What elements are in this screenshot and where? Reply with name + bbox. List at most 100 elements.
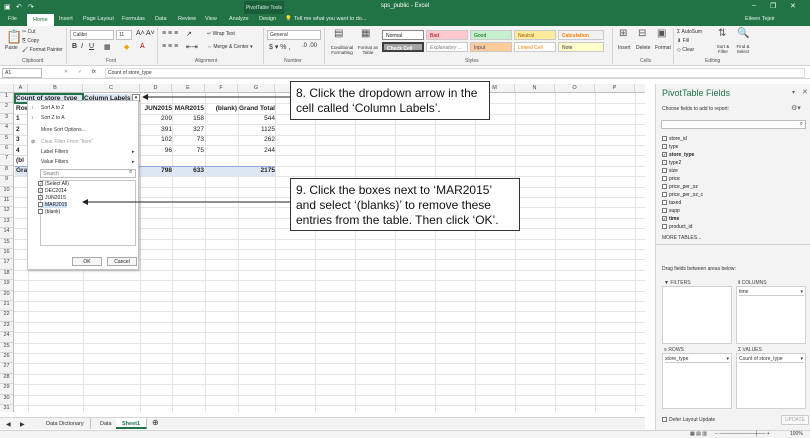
- tab-home[interactable]: Home: [27, 14, 54, 26]
- align-top-icon[interactable]: ≡ ≡ ≡: [162, 30, 178, 37]
- row-header-14[interactable]: 14: [0, 228, 14, 239]
- row-header-29[interactable]: 29: [0, 384, 14, 395]
- row-header-20[interactable]: 20: [0, 290, 14, 301]
- row-header-7[interactable]: 7: [0, 155, 14, 166]
- checkbox-icon[interactable]: [662, 144, 667, 150]
- checkbox-icon[interactable]: [662, 136, 667, 142]
- format-painter-button[interactable]: 🖌 Format Painter: [22, 47, 63, 53]
- row-header-19[interactable]: 19: [0, 280, 14, 291]
- row-header-9[interactable]: 9: [0, 176, 14, 187]
- name-box[interactable]: A1: [2, 68, 42, 78]
- column-header-c[interactable]: C: [83, 84, 140, 93]
- sheet-tab-data[interactable]: Data: [94, 418, 119, 429]
- field-item-price-per-oz-c[interactable]: price_per_oz_c: [662, 192, 703, 198]
- row-header-26[interactable]: 26: [0, 353, 14, 364]
- filter-menu-item[interactable]: Sort A to Z: [41, 105, 64, 111]
- pivot-column-header[interactable]: MAR2015: [173, 105, 204, 112]
- insert-cells-icon[interactable]: ⊞: [619, 28, 627, 39]
- filters-area[interactable]: [662, 286, 732, 344]
- defer-update-checkbox[interactable]: Defer Layout Update: [662, 417, 715, 423]
- format-as-table-button[interactable]: Format as Table: [356, 45, 380, 55]
- pivot-value-cell[interactable]: 391: [141, 126, 172, 133]
- style-check-cell[interactable]: Check Cell: [382, 42, 424, 52]
- sheet-tab-sheet1[interactable]: Sheet1: [116, 418, 148, 429]
- find-select-button[interactable]: Find & Select: [733, 44, 753, 54]
- row-header-2[interactable]: 2: [0, 103, 14, 114]
- row-header-16[interactable]: 16: [0, 249, 14, 260]
- value-field-chip[interactable]: Count of store_type ▾: [739, 356, 804, 363]
- row-header-22[interactable]: 22: [0, 311, 14, 322]
- checkbox-icon[interactable]: [662, 192, 667, 198]
- chip-dropdown-icon[interactable]: ▾: [800, 356, 803, 362]
- checkbox-icon[interactable]: [662, 176, 667, 182]
- checkbox-icon[interactable]: [662, 224, 667, 230]
- row-field-chip[interactable]: store_type ▾: [665, 356, 730, 363]
- style-normal[interactable]: Normal: [382, 30, 424, 40]
- filter-menu-item[interactable]: More Sort Options...: [41, 127, 86, 133]
- style-good[interactable]: Good: [470, 30, 512, 40]
- field-search-input[interactable]: ⌕: [661, 120, 806, 129]
- column-header-b[interactable]: B: [28, 84, 83, 93]
- format-cells-icon[interactable]: ▣: [657, 28, 666, 39]
- conditional-formatting-button[interactable]: Conditional Formatting: [327, 45, 357, 55]
- filter-search-input[interactable]: Search: [40, 169, 136, 178]
- underline-icon[interactable]: U: [89, 43, 94, 50]
- filter-menu-item[interactable]: Value Filters: [41, 159, 68, 165]
- minimize-icon[interactable]: –: [752, 2, 756, 9]
- pane-dropdown-icon[interactable]: ▾: [792, 89, 795, 96]
- row-header-6[interactable]: 6: [0, 145, 14, 156]
- chip-dropdown-icon[interactable]: ▾: [726, 356, 729, 362]
- style-input[interactable]: Input: [470, 42, 512, 52]
- checkbox-icon[interactable]: [38, 202, 43, 208]
- checkbox-icon[interactable]: [662, 200, 667, 206]
- pivot-value-cell[interactable]: 2175: [239, 167, 275, 174]
- pivot-value-cell[interactable]: 262: [239, 136, 275, 143]
- filter-checkbox-item[interactable]: MAR2015: [38, 202, 68, 208]
- paste-button[interactable]: Paste: [5, 45, 18, 51]
- pivot-value-cell[interactable]: 798: [141, 167, 172, 174]
- sort-filter-icon[interactable]: ⇅: [718, 28, 726, 39]
- style-calculation[interactable]: Calculation: [558, 30, 604, 40]
- row-header-3[interactable]: 3: [0, 113, 14, 125]
- pivot-value-cell[interactable]: 633: [173, 167, 204, 174]
- pivot-value-cell[interactable]: 1125: [239, 126, 275, 133]
- row-header-21[interactable]: 21: [0, 301, 14, 312]
- tab-file[interactable]: File: [8, 16, 17, 22]
- sheet-tab-data-dictionary[interactable]: Data Dictionary: [40, 418, 91, 429]
- pane-settings-icon[interactable]: ⚙▾: [791, 104, 801, 112]
- row-header-1[interactable]: 1: [0, 93, 14, 104]
- row-header-30[interactable]: 30: [0, 394, 14, 405]
- checkbox-icon[interactable]: ✓: [662, 152, 667, 158]
- filter-menu-item[interactable]: Sort Z to A: [41, 115, 65, 121]
- zoom-slider[interactable]: − ──────────┼── +: [715, 431, 770, 437]
- update-button[interactable]: UPDATE: [781, 415, 809, 425]
- more-tables-link[interactable]: MORE TABLES...: [662, 235, 701, 241]
- row-header-5[interactable]: 5: [0, 134, 14, 145]
- filter-menu-item[interactable]: Clear Filter From "Item": [41, 139, 93, 145]
- column-header-q[interactable]: Q: [635, 84, 645, 93]
- pivot-column-header[interactable]: JUN2015: [141, 105, 172, 112]
- field-item-price[interactable]: price: [662, 176, 680, 182]
- format-button[interactable]: Format: [655, 45, 671, 51]
- checkbox-icon[interactable]: [662, 160, 667, 166]
- row-header-27[interactable]: 27: [0, 363, 14, 374]
- column-header-p[interactable]: P: [595, 84, 635, 93]
- decimal-icon[interactable]: .0 .00: [302, 43, 317, 49]
- copy-button[interactable]: ⎘ Copy: [22, 38, 39, 44]
- tab-review[interactable]: Review: [178, 16, 196, 22]
- zoom-level[interactable]: 100%: [790, 431, 803, 437]
- tell-me-box[interactable]: Tell me what you want to do...: [294, 16, 366, 22]
- italic-icon[interactable]: I: [81, 43, 83, 50]
- pivot-value-cell[interactable]: 244: [239, 147, 275, 154]
- row-header-12[interactable]: 12: [0, 207, 14, 218]
- select-all-corner[interactable]: [0, 84, 14, 93]
- field-item-taxed[interactable]: taxed: [662, 200, 681, 206]
- number-format-select[interactable]: General: [267, 30, 321, 40]
- format-as-table-icon[interactable]: ▦: [361, 28, 370, 39]
- row-header-10[interactable]: 10: [0, 186, 14, 197]
- checkbox-icon[interactable]: [662, 208, 667, 214]
- restore-icon[interactable]: ❐: [770, 2, 776, 10]
- column-header-n[interactable]: N: [515, 84, 555, 93]
- row-header-18[interactable]: 18: [0, 269, 14, 281]
- filter-checkbox-item[interactable]: (blank): [38, 209, 60, 215]
